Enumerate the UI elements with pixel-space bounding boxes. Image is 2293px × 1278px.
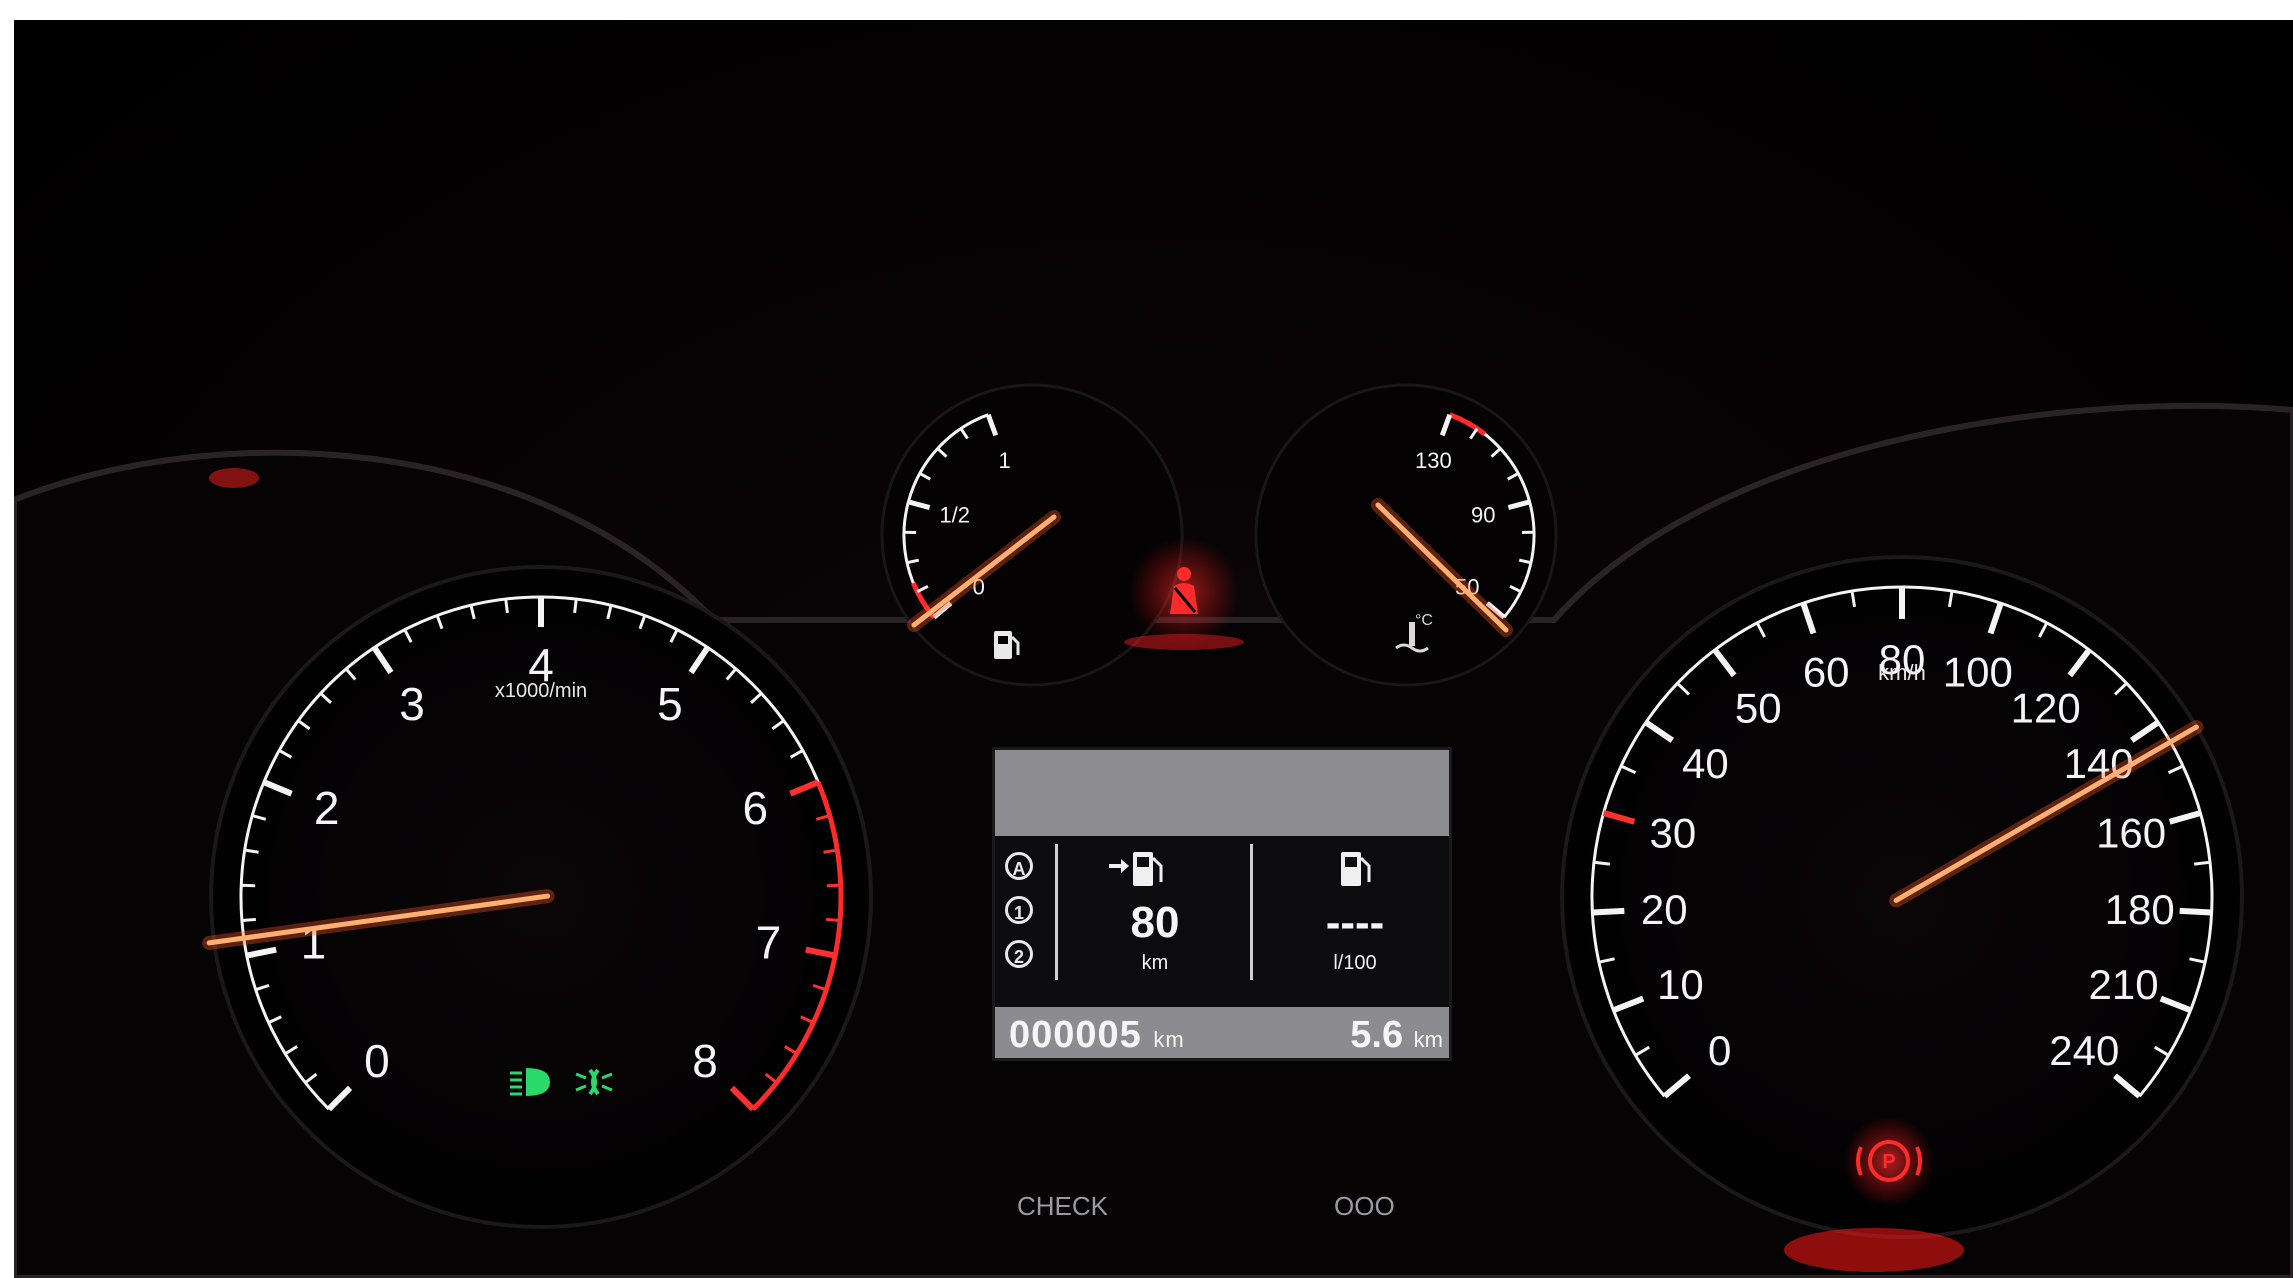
speed-tick-label: 120 <box>2011 684 2081 731</box>
tach-tick-label: 8 <box>692 1035 718 1087</box>
speed-tick-label: 40 <box>1682 740 1729 787</box>
tach-tick <box>826 883 841 888</box>
tach-tick <box>826 917 841 923</box>
temp-label: 90 <box>1471 502 1495 527</box>
odometer: 000005 km <box>1009 1014 1185 1057</box>
cluster-graphics: 012345678x1000/min 0102030405060 80 100120… <box>14 383 2293 1278</box>
tach-tick-label: 7 <box>756 916 782 968</box>
check-button[interactable]: CHECK <box>1017 1191 1108 1222</box>
range-unit: km <box>1141 952 1169 974</box>
tach-tick-label: 3 <box>399 678 425 730</box>
speed-tick-label: 50 <box>1735 684 1782 731</box>
odometer-unit: km <box>1153 1027 1185 1052</box>
speed-tick-label: 10 <box>1657 961 1704 1008</box>
trip-2-icon: 2 <box>1005 940 1033 968</box>
consumption-value: ---- <box>1325 898 1385 947</box>
speed-tick-label: 240 <box>2049 1027 2119 1074</box>
trip-distance: 5.6 km <box>1350 1014 1443 1057</box>
speed-tick-label: 60 <box>1803 648 1850 695</box>
svg-text:P: P <box>1882 1151 1895 1173</box>
tach-tick <box>241 917 256 923</box>
speed-tick-label: 100 <box>1943 648 2013 695</box>
speed-tick <box>2179 907 2212 916</box>
temp-label: 130 <box>1415 448 1452 473</box>
trip-a-icon: A <box>1005 852 1033 880</box>
range-fuel-icon <box>1109 852 1163 886</box>
trip-1-icon: 1 <box>1005 896 1033 924</box>
fuel-label: 1/2 <box>939 502 970 527</box>
speed-tick-label: 0 <box>1708 1027 1731 1074</box>
speed-unit-label: km/h <box>1878 660 1926 685</box>
speed-tick-label: 180 <box>2105 886 2175 933</box>
fuel-label: 1 <box>999 448 1011 473</box>
tach-tick-label: 2 <box>314 782 340 834</box>
speed-tick <box>1592 907 1625 916</box>
trip-computer-panel: A 1 2 80 km ---- l/100 <box>995 844 1449 980</box>
tach-tick-label: 5 <box>657 678 683 730</box>
speed-tick-label: 30 <box>1650 810 1697 857</box>
speed-tick-label: 20 <box>1641 886 1688 933</box>
tach-tick <box>241 883 256 888</box>
display-header-bar <box>995 750 1449 836</box>
tach-tick <box>573 598 578 614</box>
divider <box>1250 844 1253 980</box>
tach-unit-label: x1000/min <box>495 680 587 702</box>
info-display[interactable]: A 1 2 80 km ---- l/100 000005 km 5.6 km <box>992 747 1452 1061</box>
tach-tick-label: 0 <box>364 1035 390 1087</box>
trip-distance-unit: km <box>1413 1027 1443 1052</box>
range-value: 80 <box>1130 898 1180 947</box>
odometer-bar: 000005 km 5.6 km <box>995 1007 1449 1058</box>
ooo-button[interactable]: OOO <box>1334 1191 1395 1222</box>
instrument-cluster: 0 1 2 3 4 5 6 7 8 x1000/min 0 10 20 30 40 50 60 80 100 120… <box>14 20 2293 1278</box>
tach-tick-label: 6 <box>743 782 769 834</box>
tach-tick <box>504 598 509 614</box>
odometer-value: 000005 <box>1009 1014 1142 1056</box>
consumption-unit: l/100 <box>1333 952 1377 974</box>
speed-tick <box>1593 860 1611 866</box>
speed-tick-label: 210 <box>2089 961 2159 1008</box>
speed-tick <box>2193 860 2211 866</box>
divider <box>1055 844 1058 980</box>
temp-unit-label: °C <box>1415 612 1433 629</box>
speed-tick-label: 160 <box>2096 810 2166 857</box>
consumption-fuel-icon <box>1341 852 1371 886</box>
trip-distance-value: 5.6 <box>1350 1014 1404 1056</box>
